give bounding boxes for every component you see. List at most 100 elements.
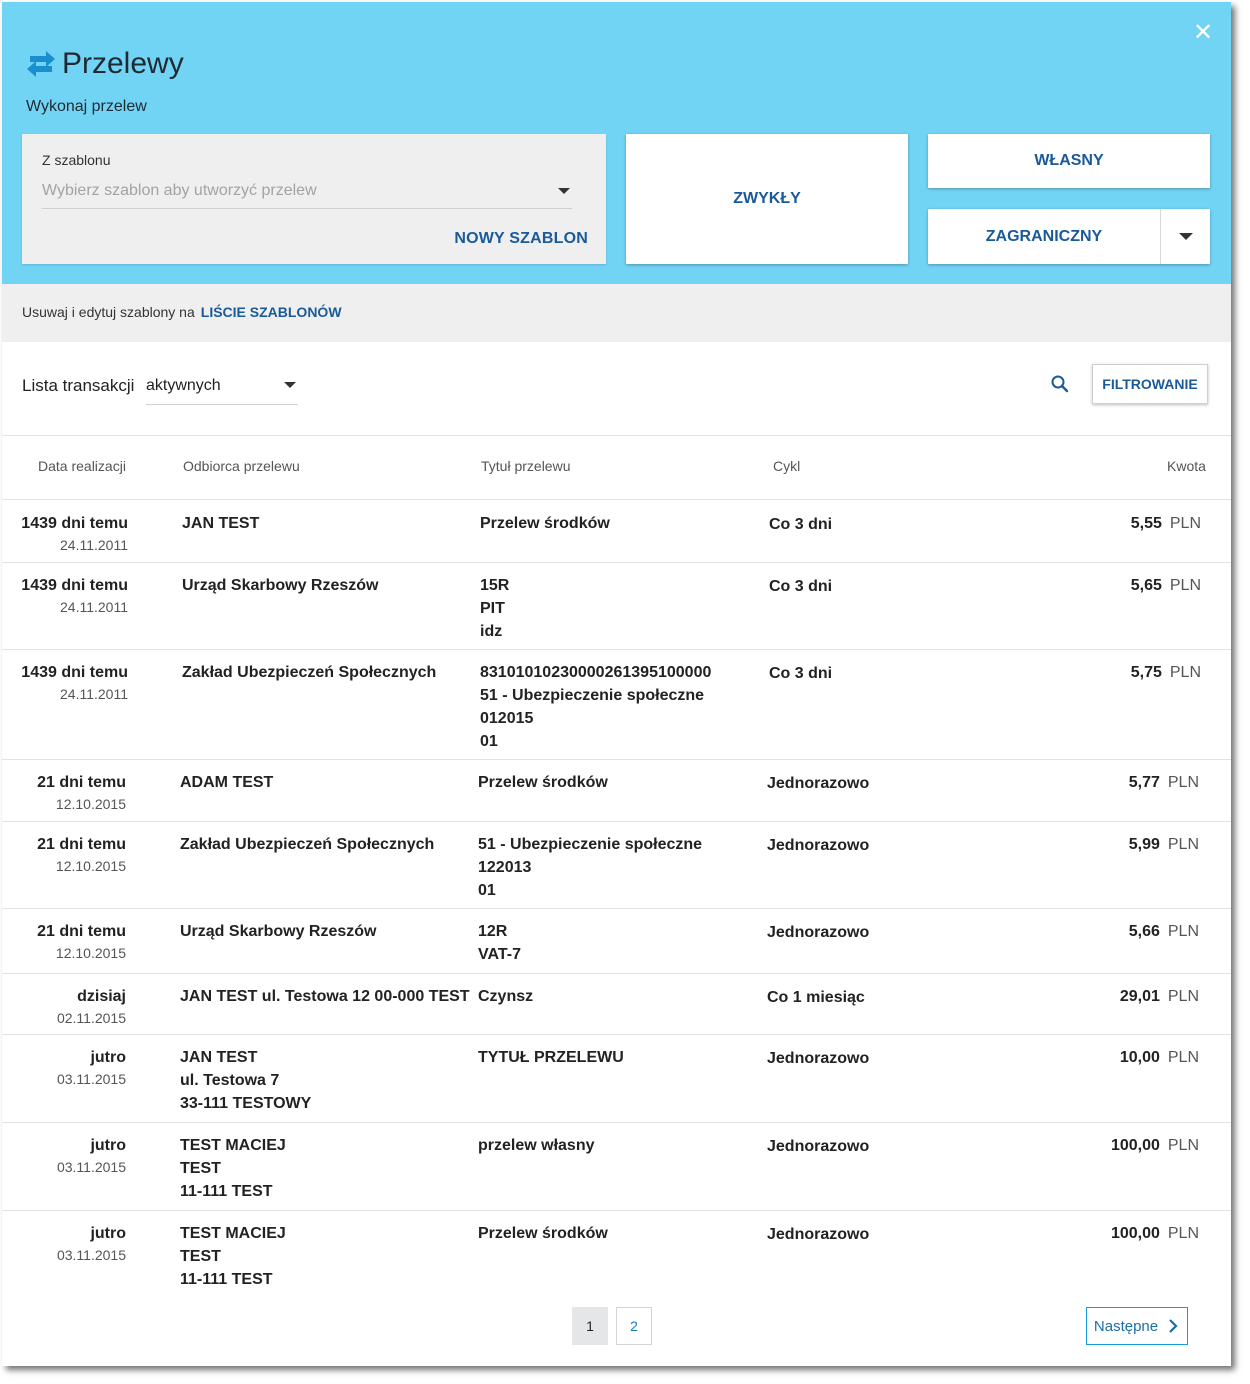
next-page-button[interactable]: Następne: [1086, 1307, 1188, 1345]
row-title: Przelew środków: [478, 771, 608, 794]
amount-value: 5,65: [1130, 577, 1162, 594]
row-relative-date: 21 dni temu: [37, 774, 126, 791]
title-line: 01: [478, 882, 496, 899]
zwykly-label: ZWYKŁY: [733, 190, 801, 207]
page-1-button[interactable]: 1: [572, 1307, 608, 1345]
templates-info: Usuwaj i edytuj szablony na LIŚCIE SZABLO…: [22, 304, 342, 320]
title-line: Przelew środków: [478, 774, 608, 791]
recipient-line: 33-111 TESTOWY: [180, 1095, 312, 1112]
zagraniczny-dropdown-toggle[interactable]: [1160, 209, 1211, 264]
title-line: 01: [480, 733, 498, 750]
chevron-down-icon: [284, 382, 296, 388]
title-line: 51 - Ubezpieczenie społeczne: [478, 836, 703, 853]
transfer-arrows-icon: [27, 51, 55, 77]
row-divider: [2, 759, 1231, 760]
page-title: Przelewy: [62, 47, 184, 80]
row-divider: [2, 562, 1231, 563]
title-line: TYTUŁ PRZELEWU: [478, 1049, 624, 1066]
row-title: Przelew środków: [478, 1222, 608, 1245]
recipient-line: JAN TEST: [180, 1049, 258, 1066]
template-box: Z szablonu Wybierz szablon aby utworzyć …: [22, 134, 606, 264]
row-exact-date: 03.11.2015: [56, 1247, 126, 1263]
title-line: PIT: [480, 600, 505, 617]
column-header-date[interactable]: Data realizacji: [38, 458, 126, 474]
template-select[interactable]: Wybierz szablon aby utworzyć przelew: [42, 176, 572, 209]
transactions-list-select[interactable]: aktywnych: [146, 368, 298, 405]
column-header-recipient[interactable]: Odbiorca przelewu: [183, 458, 300, 474]
dialog-header: ✕ Przelewy Wykonaj przelew Z szablonu Wy…: [2, 2, 1231, 284]
row-divider: [2, 821, 1231, 822]
row-cycle: Co 1 miesiąc: [767, 989, 865, 1006]
templates-info-text: Usuwaj i edytuj szablony na: [22, 304, 195, 320]
title-line: Czynsz: [478, 988, 534, 1005]
row-cycle: Jednorazowo: [767, 1138, 870, 1155]
title-line: Przelew środków: [478, 1225, 608, 1242]
row-title: 51 - Ubezpieczenie społeczne 122013 01: [478, 833, 702, 902]
row-recipient: JAN TEST ul. Testowa 7 33-111 TESTOWY: [180, 1046, 311, 1115]
row-amount: 5,66 PLN: [1129, 920, 1199, 943]
search-icon[interactable]: [1050, 374, 1070, 394]
wlasny-label: WŁASNY: [1034, 152, 1104, 169]
row-exact-date: 24.11.2011: [60, 599, 128, 615]
row-amount: 100,00 PLN: [1111, 1222, 1199, 1245]
templates-info-bar: Usuwaj i edytuj szablony na LIŚCIE SZABLO…: [2, 284, 1231, 342]
row-recipient: JAN TEST: [182, 512, 259, 535]
row-exact-date: 12.10.2015: [55, 796, 126, 812]
row-relative-date: jutro: [90, 1225, 126, 1242]
row-title: 15R PIT idz: [480, 574, 509, 643]
amount-value: 10,00: [1119, 1049, 1160, 1066]
title-line: VAT-7: [478, 946, 521, 963]
transactions-list-selected: aktywnych: [146, 377, 221, 394]
chevron-down-icon: [1179, 233, 1193, 240]
amount-currency: PLN: [1167, 1225, 1199, 1242]
amount-value: 5,99: [1128, 836, 1160, 853]
title-line: 51 - Ubezpieczenie społeczne: [480, 687, 705, 704]
recipient-line: Urząd Skarbowy Rzeszów: [182, 577, 379, 594]
transfer-type-wlasny-button[interactable]: WŁASNY: [928, 134, 1210, 188]
row-recipient: TEST MACIEJ TEST 11-111 TEST: [180, 1222, 286, 1291]
row-date: 1439 dni temu 24.11.2011: [2, 512, 128, 555]
new-template-button[interactable]: NOWY SZABLON: [454, 230, 588, 248]
amount-currency: PLN: [1167, 836, 1199, 853]
transfer-type-zagraniczny-button[interactable]: ZAGRANICZNY: [928, 209, 1210, 264]
row-recipient: JAN TEST ul. Testowa 12 00-000 TEST: [180, 985, 470, 1008]
row-date: dzisiaj 02.11.2015: [2, 985, 126, 1028]
amount-currency: PLN: [1167, 988, 1199, 1005]
row-recipient: TEST MACIEJ TEST 11-111 TEST: [180, 1134, 286, 1203]
row-relative-date: 1439 dni temu: [21, 515, 128, 532]
close-icon[interactable]: ✕: [1192, 21, 1214, 45]
recipient-line: TEST MACIEJ: [180, 1225, 286, 1242]
amount-currency: PLN: [1169, 515, 1201, 532]
title-line: 15R: [480, 577, 510, 594]
row-exact-date: 03.11.2015: [56, 1159, 126, 1175]
row-title: Przelew środków: [480, 512, 610, 535]
row-recipient: Urząd Skarbowy Rzeszów: [180, 920, 377, 943]
row-relative-date: dzisiaj: [77, 988, 126, 1005]
title-line: 12R: [478, 923, 508, 940]
amount-currency: PLN: [1169, 577, 1201, 594]
title-line: idz: [480, 623, 503, 640]
column-header-title[interactable]: Tytuł przelewu: [481, 458, 570, 474]
row-date: 1439 dni temu 24.11.2011: [2, 574, 128, 617]
row-amount: 5,75 PLN: [1131, 661, 1201, 684]
page-2-button[interactable]: 2: [616, 1307, 652, 1345]
row-date: 21 dni temu 12.10.2015: [2, 920, 126, 963]
divider: [2, 499, 1231, 500]
recipient-line: JAN TEST: [182, 515, 260, 532]
amount-value: 100,00: [1110, 1137, 1160, 1154]
row-title: przelew własny: [478, 1134, 595, 1157]
column-header-cycle[interactable]: Cykl: [773, 458, 800, 474]
column-header-amount[interactable]: Kwota: [1167, 458, 1206, 474]
title-line: 012015: [480, 710, 534, 727]
templates-list-link[interactable]: LIŚCIE SZABLONÓW: [201, 304, 342, 320]
row-divider: [2, 1122, 1231, 1123]
recipient-line: TEST: [180, 1160, 221, 1177]
row-amount: 29,01 PLN: [1120, 985, 1199, 1008]
filter-button[interactable]: FILTROWANIE: [1092, 364, 1208, 404]
transfer-type-zwykly-button[interactable]: ZWYKŁY: [626, 134, 908, 264]
transfers-dialog: ✕ Przelewy Wykonaj przelew Z szablonu Wy…: [2, 2, 1231, 1366]
amount-value: 5,77: [1128, 774, 1160, 791]
row-cycle: Jednorazowo: [767, 837, 870, 854]
recipient-line: JAN TEST ul. Testowa 12 00-000 TEST: [180, 988, 470, 1005]
transactions-list-label: Lista transakcji: [22, 376, 135, 395]
